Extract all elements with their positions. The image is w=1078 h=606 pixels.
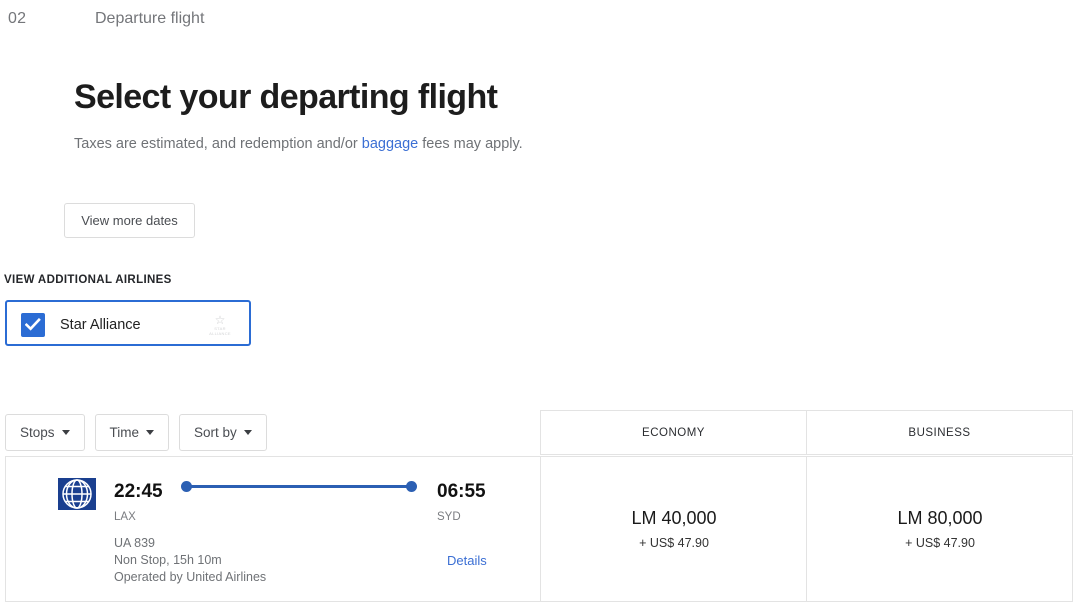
column-header-economy: ECONOMY: [540, 410, 807, 455]
departure-airport-code: LAX: [114, 511, 136, 523]
star-alliance-logo-text: STAR ALLIANCE: [209, 326, 231, 336]
star-alliance-logo: ☆ STAR ALLIANCE: [203, 314, 237, 338]
chevron-down-icon: [243, 430, 252, 435]
arrival-time: 06:55: [437, 481, 486, 502]
step-header: 02 Departure flight: [0, 10, 1078, 34]
step-number: 02: [8, 10, 27, 27]
check-icon: [25, 318, 41, 331]
page-subtitle: Taxes are estimated, and redemption and/…: [74, 136, 523, 152]
star-alliance-filter-option[interactable]: Star Alliance ☆ STAR ALLIANCE: [5, 300, 251, 346]
filter-stops-button[interactable]: Stops: [5, 414, 85, 451]
star-icon: ☆: [214, 313, 226, 327]
subtitle-text-before: Taxes are estimated, and redemption and/…: [74, 136, 362, 152]
stops-and-duration: Non Stop, 15h 10m: [114, 553, 222, 567]
fare-miles-business: LM 80,000: [897, 508, 983, 528]
timeline-end-dot: [406, 481, 417, 492]
filter-bar: Stops Time Sort by: [5, 414, 267, 451]
additional-airlines-label: VIEW ADDITIONAL AIRLINES: [4, 274, 172, 286]
filter-time-button[interactable]: Time: [94, 414, 170, 451]
flight-number: UA 839: [114, 536, 156, 550]
timeline-line: [186, 485, 412, 488]
fare-cell-business[interactable]: LM 80,000 + US$ 47.90: [807, 456, 1073, 602]
step-label: Departure flight: [95, 10, 205, 27]
chevron-down-icon: [146, 430, 155, 435]
star-alliance-label: Star Alliance: [60, 317, 141, 333]
column-header-business: BUSINESS: [806, 410, 1073, 455]
flight-timeline: [181, 481, 417, 493]
filter-stops-label: Stops: [20, 425, 55, 440]
filter-sort-by-button[interactable]: Sort by: [179, 414, 267, 451]
page-title: Select your departing flight: [74, 78, 498, 116]
globe-icon: [62, 479, 92, 509]
filter-time-label: Time: [109, 425, 140, 440]
departure-time: 22:45: [114, 481, 163, 502]
flight-meta: UA 839 Non Stop, 15h 10m Operated by Uni…: [114, 535, 266, 586]
arrival-airport-code: SYD: [437, 511, 461, 523]
fare-taxes-business: + US$ 47.90: [905, 536, 975, 550]
operated-by: Operated by United Airlines: [114, 570, 267, 584]
star-alliance-checkbox[interactable]: [21, 313, 45, 337]
fare-cell-economy[interactable]: LM 40,000 + US$ 47.90: [541, 456, 807, 602]
filter-sort-by-label: Sort by: [194, 425, 237, 440]
view-more-dates-button[interactable]: View more dates: [64, 203, 195, 238]
united-airlines-logo: [58, 478, 96, 510]
flight-selection-page: 02 Departure flight Select your departin…: [0, 0, 1078, 606]
subtitle-text-after: fees may apply.: [418, 136, 523, 152]
chevron-down-icon: [61, 430, 70, 435]
baggage-link[interactable]: baggage: [362, 136, 418, 152]
fare-miles-economy: LM 40,000: [631, 508, 717, 528]
timeline-start-dot: [181, 481, 192, 492]
fare-taxes-economy: + US$ 47.90: [639, 536, 709, 550]
flight-details-link[interactable]: Details: [447, 553, 487, 568]
